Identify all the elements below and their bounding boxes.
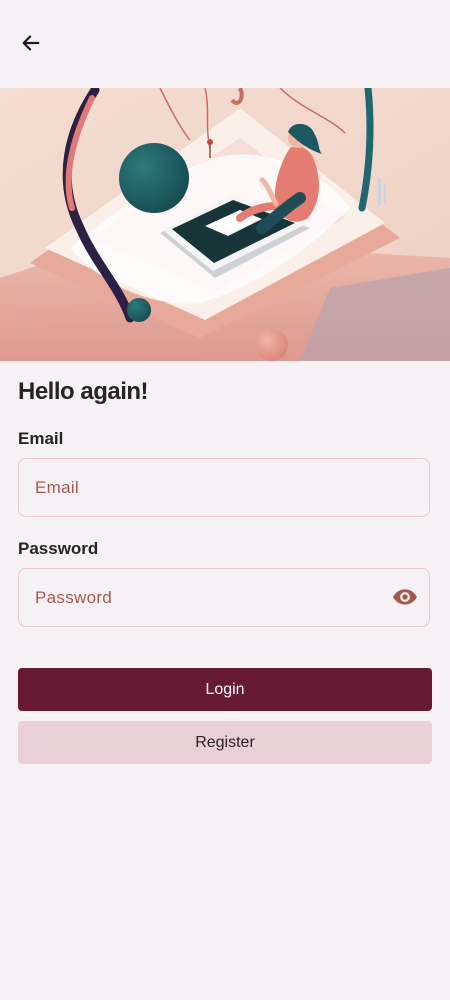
password-field-container[interactable] [18,568,430,627]
hero-illustration [0,88,450,361]
arrow-left-icon [20,32,42,59]
back-button[interactable] [14,28,48,62]
login-button[interactable]: Login [18,668,432,711]
page-title: Hello again! [18,378,149,405]
toggle-password-visibility-button[interactable] [391,585,419,613]
password-label: Password [18,539,99,558]
password-field[interactable] [35,569,365,626]
email-field-container[interactable] [18,458,430,517]
top-app-bar [0,0,450,88]
eye-icon [392,584,418,615]
email-label: Email [18,429,64,448]
register-button[interactable]: Register [18,721,432,764]
email-field[interactable] [35,459,365,516]
